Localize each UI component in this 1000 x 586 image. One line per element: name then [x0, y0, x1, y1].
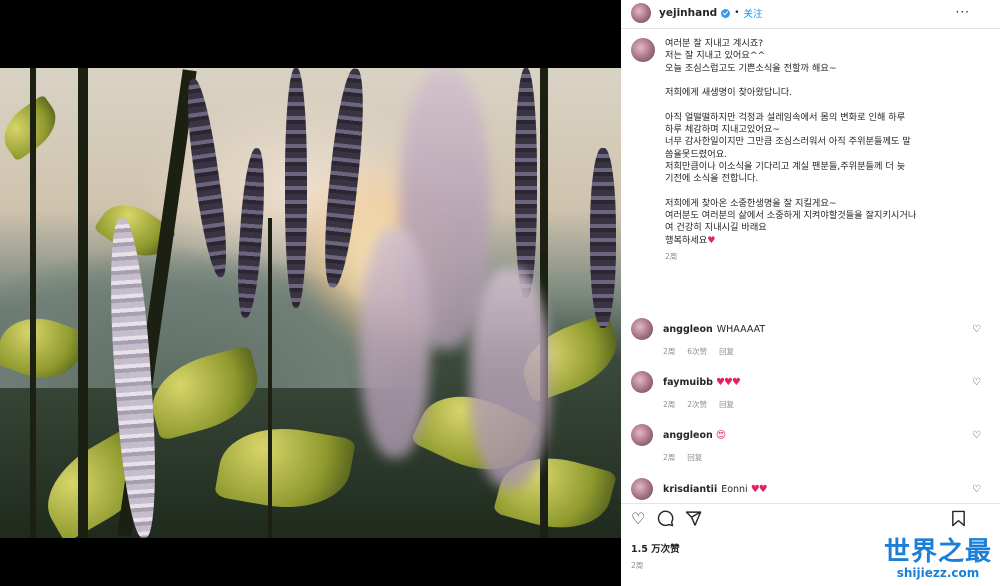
- site-watermark: 世界之最 shijiezz.com: [884, 537, 992, 580]
- commenter-username[interactable]: anggleon: [663, 324, 713, 335]
- caption-line: 여러분 잘 지내고 계시죠?: [665, 38, 764, 49]
- comment-emoji: ♥♥: [750, 483, 768, 495]
- post-header: yejinhand • 关注 ···: [621, 0, 1000, 26]
- comment-icon[interactable]: [657, 510, 674, 531]
- caption-line: 기전에 소식을 전합니다.: [665, 173, 759, 185]
- header-divider: [621, 28, 1000, 29]
- comment-like-heart-icon[interactable]: ♡: [972, 430, 981, 441]
- comment-like-heart-icon[interactable]: ♡: [972, 484, 981, 495]
- comment-item: anggleon WHAAAAT 2周 6次赞 回复 ♡: [631, 318, 981, 357]
- caption-line: 씀을못드렸어요.: [665, 148, 728, 160]
- photo-flower-spike: [515, 68, 537, 298]
- paper-plane-icon[interactable]: [685, 510, 702, 531]
- post-media-pane: [0, 0, 621, 586]
- caption-line: 오늘 조심스럽고도 기쁜소식을 전할까 해요~: [665, 62, 837, 74]
- comment-emoji: ♥♥♥: [715, 376, 741, 388]
- caption-sign-off-text: 행복하세요: [665, 234, 708, 246]
- caption-text: 여러분 잘 지내고 계시죠? 저는 잘 지내고 있어요^^ 오늘 조심스럽고도 기쁜…: [665, 38, 965, 235]
- caption-line: 저희에게 찾아온 소중한생명을 잘 지킬게요~: [665, 197, 837, 209]
- separator-dot: •: [734, 8, 740, 18]
- photo-flower-spike: [590, 148, 616, 328]
- post-photo[interactable]: [0, 68, 621, 538]
- verified-badge-icon: [721, 8, 731, 18]
- comment-like-count[interactable]: 6次赞: [687, 347, 707, 356]
- comment-timestamp: 2周: [663, 347, 676, 356]
- comment-row: anggleon WHAAAAT: [631, 318, 981, 340]
- comment-meta: 2周 2次赞 回复: [663, 399, 981, 410]
- comment-text: Eonni: [721, 483, 748, 495]
- pink-heart-icon: ♥: [707, 234, 716, 246]
- follow-button[interactable]: 关注: [744, 6, 763, 20]
- commenter-avatar[interactable]: [631, 424, 653, 446]
- photo-stem: [30, 68, 36, 538]
- comment-emoji: 😍: [715, 429, 726, 441]
- commenter-username[interactable]: anggleon: [663, 430, 713, 441]
- comment-timestamp: 2周: [663, 400, 676, 409]
- comment-item: faymuibb ♥♥♥ 2周 2次赞 回复 ♡: [631, 371, 981, 410]
- action-bar: ♡: [631, 510, 971, 530]
- comment-like-count[interactable]: 2次赞: [687, 400, 707, 409]
- reply-button[interactable]: 回复: [687, 453, 702, 462]
- reply-button[interactable]: 回复: [719, 347, 734, 356]
- comment-meta: 2周 6次赞 回复: [663, 346, 981, 357]
- caption-line: 아직 얼떨떨하지만 걱정과 설레임속에서 몸의 변화로 인해 하루: [665, 111, 906, 123]
- heart-outline-icon[interactable]: ♡: [631, 510, 645, 528]
- comment-timestamp: 2周: [663, 453, 676, 462]
- commenter-avatar[interactable]: [631, 318, 653, 340]
- comment-like-heart-icon[interactable]: ♡: [972, 324, 981, 335]
- caption-line: 너무 감사한일이지만 그만큼 조심스러워서 아직 주위분들께도 말: [665, 136, 911, 148]
- photo-stem: [268, 218, 272, 538]
- commenter-avatar[interactable]: [631, 371, 653, 393]
- caption-body: 여러분 잘 지내고 계시죠? 저는 잘 지내고 있어요^^ 오늘 조심스럽고도 기쁜…: [665, 38, 965, 263]
- bookmark-icon[interactable]: [951, 510, 966, 531]
- photo-leaf: [214, 417, 356, 519]
- caption-line: 저는 잘 지내고 있어요^^: [665, 50, 766, 62]
- watermark-title: 世界之最: [883, 537, 992, 567]
- caption-author-avatar[interactable]: [631, 38, 655, 62]
- actions-divider: [621, 503, 1000, 504]
- comment-meta: 2周 回复: [663, 452, 981, 463]
- caption-sign-off: 행복하세요♥: [665, 235, 965, 247]
- caption-timestamp: 2周: [665, 252, 678, 262]
- commenter-username[interactable]: krisdiantii: [663, 484, 717, 495]
- comment-like-heart-icon[interactable]: ♡: [972, 377, 981, 388]
- commenter-username[interactable]: faymuibb: [663, 377, 713, 388]
- watermark-domain: shijiezz.com: [896, 566, 980, 580]
- comment-row: krisdiantii Eonni ♥♥: [631, 478, 981, 500]
- photo-blurred-flower: [470, 268, 550, 488]
- comment-text: WHAAAAT: [716, 323, 766, 335]
- author-username[interactable]: yejinhand: [659, 7, 717, 19]
- comment-item: krisdiantii Eonni ♥♥ ♡: [631, 478, 981, 500]
- caption-line: 저희에게 새생명이 찾아왔답니다.: [665, 87, 793, 99]
- commenter-avatar[interactable]: [631, 478, 653, 500]
- photo-blurred-flower: [360, 228, 430, 458]
- caption-line: 여러분도 여러분의 삶에서 소중하게 지켜야할것들을 잘지키시거나: [665, 210, 917, 222]
- post-timestamp: 2周: [631, 561, 644, 570]
- caption-line: 하루 체감하며 지내고있어요~: [665, 124, 780, 136]
- photo-stem: [78, 68, 88, 538]
- author-avatar[interactable]: [631, 3, 651, 23]
- comment-row: anggleon 😍: [631, 424, 981, 446]
- caption-line: 저희만큼이나 이소식을 기다리고 계실 팬분들,주위분들께 더 늦: [665, 160, 906, 172]
- photo-flower-spike: [285, 68, 307, 308]
- comment-item: anggleon 😍 2周 回复 ♡: [631, 424, 981, 463]
- more-options-icon[interactable]: ···: [956, 5, 970, 19]
- post-caption: 여러분 잘 지내고 계시죠? 저는 잘 지내고 있어요^^ 오늘 조심스럽고도 기쁜…: [631, 38, 971, 263]
- likes-count[interactable]: 1.5 万次赞: [631, 541, 680, 555]
- reply-button[interactable]: 回复: [719, 400, 734, 409]
- comment-row: faymuibb ♥♥♥: [631, 371, 981, 393]
- caption-line: 여 건강히 지내시길 바래요: [665, 222, 767, 234]
- post-side-panel: yejinhand • 关注 ··· 여러분 잘 지내고 계시죠? 저는 잘 지내…: [621, 0, 1000, 586]
